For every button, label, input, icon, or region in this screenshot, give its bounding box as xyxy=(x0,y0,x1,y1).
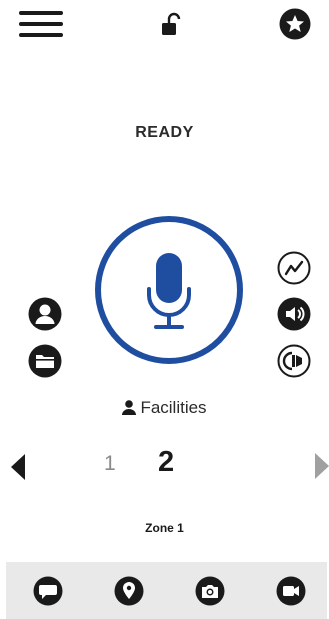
folder-icon[interactable] xyxy=(28,344,62,378)
chat-icon[interactable] xyxy=(33,576,63,606)
user-icon[interactable] xyxy=(28,297,62,331)
location-icon[interactable] xyxy=(114,576,144,606)
zone-label: Zone 1 xyxy=(145,521,184,535)
video-icon[interactable] xyxy=(276,576,306,606)
channel-previous-number[interactable]: 1 xyxy=(104,452,116,476)
status-text: READY xyxy=(135,124,194,141)
menu-icon[interactable] xyxy=(19,11,63,37)
tone-icon[interactable] xyxy=(277,344,311,378)
previous-channel-arrow-icon[interactable] xyxy=(10,452,26,482)
channel-name-label: Facilities xyxy=(140,398,207,417)
activity-icon[interactable] xyxy=(277,251,311,285)
next-channel-arrow-icon[interactable] xyxy=(314,451,329,481)
channel-name: Facilities xyxy=(0,398,329,418)
camera-icon[interactable] xyxy=(195,576,225,606)
person-icon xyxy=(122,400,137,415)
channel-current-number: 2 xyxy=(158,446,175,478)
star-icon[interactable] xyxy=(279,8,311,40)
unlock-icon[interactable] xyxy=(159,12,181,36)
speaker-icon[interactable] xyxy=(277,297,311,331)
push-to-talk-button[interactable] xyxy=(94,215,244,365)
bottom-toolbar xyxy=(6,562,327,619)
